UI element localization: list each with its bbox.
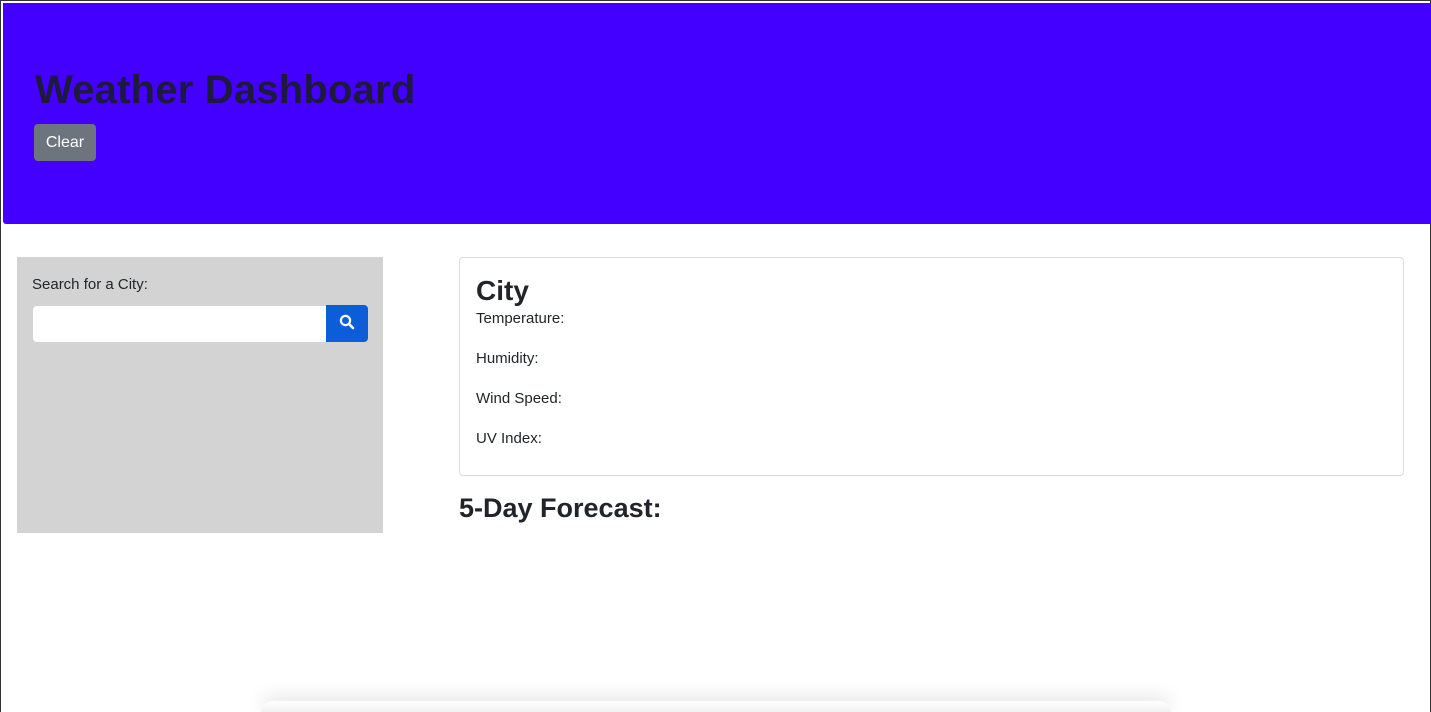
search-button[interactable] [326, 305, 368, 342]
page: Weather Dashboard Clear Search for a Cit… [0, 0, 1431, 712]
window-shadow [261, 701, 1171, 712]
search-icon [339, 314, 355, 333]
current-weather-card: City Temperature: Humidity: Wind Speed: … [459, 257, 1404, 476]
uv-index-label: UV Index: [476, 430, 542, 447]
city-name: City [476, 275, 529, 306]
city-search-input[interactable] [33, 306, 326, 342]
page-header: Weather Dashboard Clear [3, 3, 1431, 224]
wind-speed-label: Wind Speed: [476, 390, 562, 407]
search-panel: Search for a City: [17, 257, 383, 533]
forecast-title: 5-Day Forecast: [459, 493, 662, 523]
humidity-label: Humidity: [476, 350, 539, 367]
temperature-label: Temperature: [476, 310, 565, 327]
page-title: Weather Dashboard [35, 68, 416, 112]
clear-button[interactable]: Clear [34, 124, 96, 161]
search-label: Search for a City: [32, 276, 148, 293]
